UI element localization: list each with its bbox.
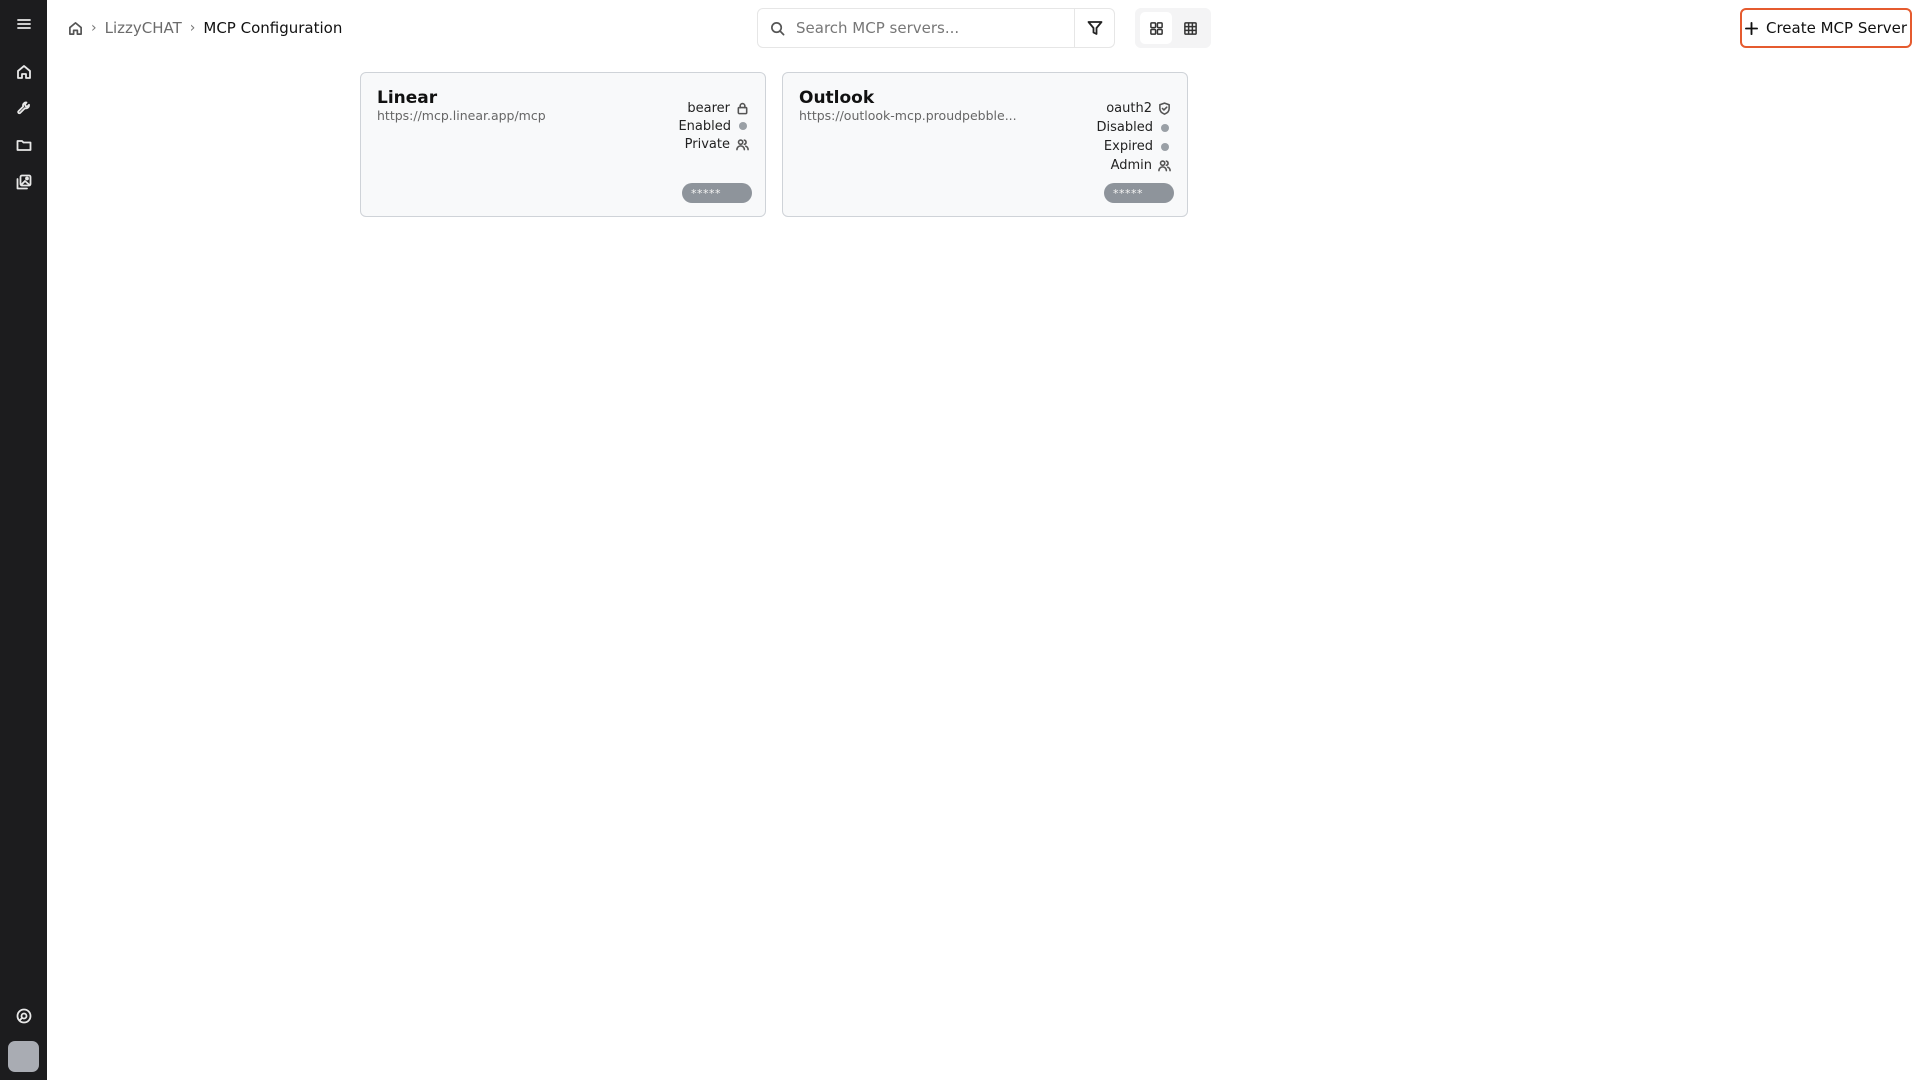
token-dot-icon xyxy=(1161,142,1169,151)
server-meta: bearer Enabled Private xyxy=(678,99,749,153)
folder-icon xyxy=(16,140,31,151)
server-status: Disabled xyxy=(1097,118,1171,137)
home-icon xyxy=(16,65,31,79)
search-icon xyxy=(758,21,796,36)
api-key-badge: ***** xyxy=(682,183,752,203)
support-icon xyxy=(16,1008,31,1024)
home-icon xyxy=(69,21,82,35)
avatar[interactable] xyxy=(8,1041,39,1072)
server-name: Outlook xyxy=(799,88,875,108)
wrench-icon xyxy=(16,101,30,115)
auth-type-label: oauth2 xyxy=(1106,101,1152,116)
support-button[interactable] xyxy=(9,1001,39,1031)
table-icon xyxy=(1183,21,1197,35)
shield-check-icon xyxy=(1159,102,1170,115)
server-card-outlook[interactable]: Outlook https://outlook-mcp.proudpebble.… xyxy=(782,72,1188,217)
lock-icon xyxy=(737,102,748,114)
auth-type: oauth2 xyxy=(1106,99,1171,118)
view-toggle xyxy=(1135,8,1211,48)
server-visibility-label: Private xyxy=(684,136,730,152)
menu-icon xyxy=(16,19,31,29)
users-icon xyxy=(736,138,749,150)
create-mcp-server-button[interactable]: Create MCP Server xyxy=(1740,8,1912,48)
breadcrumb: › LizzyCHAT › MCP Configuration xyxy=(68,18,342,38)
search-box xyxy=(757,8,1115,48)
filter-icon xyxy=(1087,21,1102,35)
status-dot-icon xyxy=(739,122,747,130)
plus-icon xyxy=(1744,21,1758,35)
server-visibility-label: Admin xyxy=(1110,158,1152,173)
filter-button[interactable] xyxy=(1074,9,1114,47)
auth-type-label: bearer xyxy=(687,100,730,116)
sidebar xyxy=(0,0,47,1080)
server-status: Enabled xyxy=(678,117,749,135)
page-title: MCP Configuration xyxy=(203,19,343,37)
users-icon xyxy=(1158,160,1171,172)
server-card-linear[interactable]: Linear https://mcp.linear.app/mcp bearer… xyxy=(360,72,766,217)
breadcrumb-item-lizzychat[interactable]: LizzyCHAT xyxy=(105,19,182,37)
sidebar-item-files[interactable] xyxy=(9,130,39,160)
server-url: https://outlook-mcp.proudpebble... xyxy=(799,108,1017,123)
gallery-icon xyxy=(16,174,31,190)
grid-icon xyxy=(1149,21,1163,35)
sidebar-item-gallery[interactable] xyxy=(9,167,39,197)
token-state: Expired xyxy=(1104,137,1171,156)
token-state-label: Expired xyxy=(1103,139,1153,154)
breadcrumb-home[interactable] xyxy=(68,21,83,36)
breadcrumb-separator: › xyxy=(91,20,97,36)
auth-type: bearer xyxy=(687,99,749,117)
server-meta: oauth2 Disabled Expired Admin xyxy=(1097,99,1171,175)
server-name: Linear xyxy=(377,88,438,108)
grid-view-button[interactable] xyxy=(1140,12,1172,44)
server-status-label: Disabled xyxy=(1096,120,1153,135)
api-key-badge: ***** xyxy=(1104,183,1174,203)
breadcrumb-separator: › xyxy=(189,20,196,36)
server-visibility: Private xyxy=(685,135,749,153)
search-input[interactable] xyxy=(796,9,1074,47)
status-dot-icon xyxy=(1161,123,1169,132)
app-root: › LizzyCHAT › MCP Configuration Create M… xyxy=(0,0,1920,1080)
server-url: https://mcp.linear.app/mcp xyxy=(377,108,546,123)
create-mcp-server-label: Create MCP Server xyxy=(1765,19,1908,37)
table-view-button[interactable] xyxy=(1174,12,1206,44)
server-visibility: Admin xyxy=(1111,156,1171,175)
menu-button[interactable] xyxy=(9,9,39,39)
sidebar-item-tools[interactable] xyxy=(9,93,39,123)
sidebar-item-home[interactable] xyxy=(9,57,39,87)
server-status-label: Enabled xyxy=(678,118,731,134)
